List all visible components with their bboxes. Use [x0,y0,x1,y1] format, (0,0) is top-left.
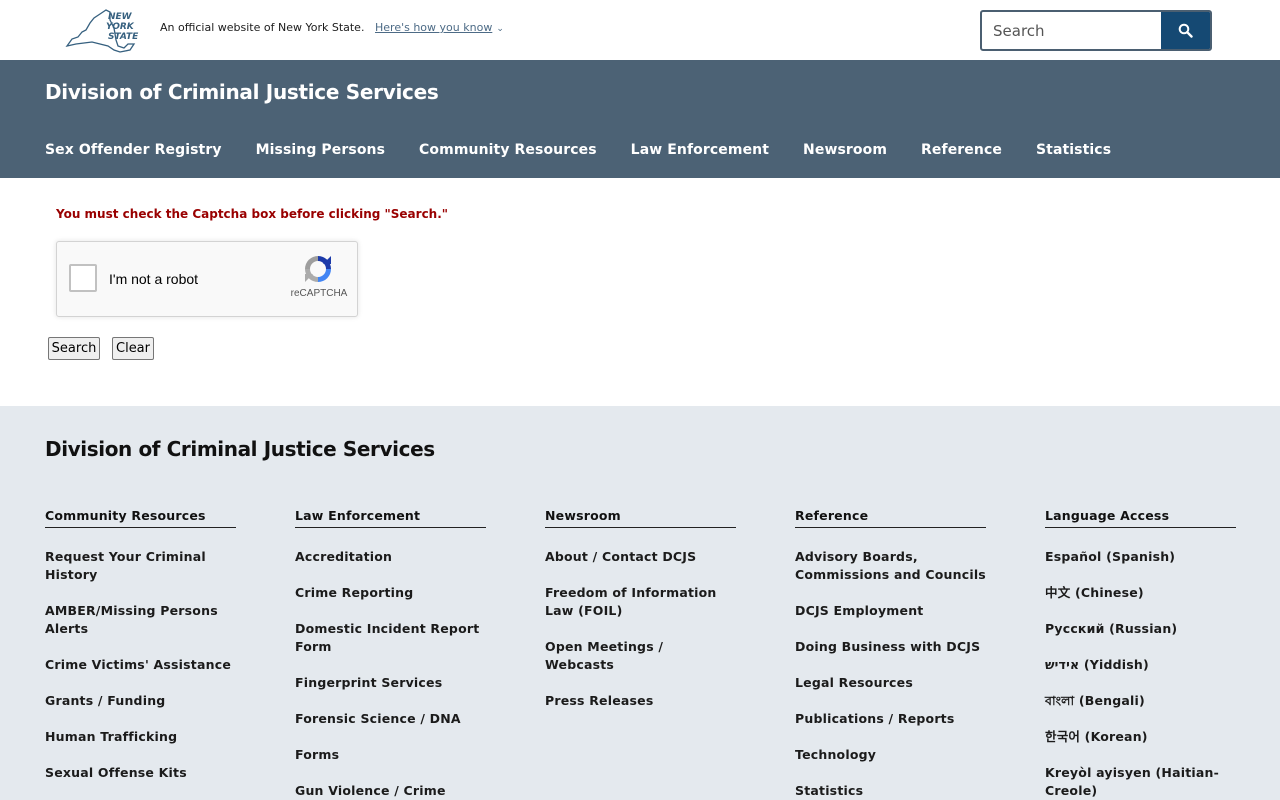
svg-text:STATE: STATE [108,32,139,42]
footer-link[interactable]: DCJS Employment [795,602,986,620]
footer-link[interactable]: Press Releases [545,692,736,710]
logo-text-line1: NEW [108,12,133,22]
language-link-yiddish[interactable]: אידיש (Yiddish) [1045,656,1236,674]
nav-statistics[interactable]: Statistics [1036,142,1111,162]
footer-title: Division of Criminal Justice Services [45,437,435,461]
search-submit-button[interactable] [1161,12,1210,49]
footer-column-heading[interactable]: Law Enforcement [295,508,486,528]
footer-link[interactable]: Freedom of Information Law (FOIL) [545,584,736,620]
footer-link[interactable]: Doing Business with DCJS [795,638,986,656]
main-nav: Sex Offender Registry Missing Persons Co… [45,142,1145,162]
footer-link[interactable]: Gun Violence / Crime [295,782,486,800]
footer-link[interactable]: Open Meetings / Webcasts [545,638,736,674]
footer-link[interactable]: Sexual Offense Kits [45,764,236,782]
nav-law-enforcement[interactable]: Law Enforcement [631,142,769,162]
official-website-text: An official website of New York State. [160,21,365,34]
footer-link[interactable]: Technology [795,746,986,764]
svg-text:YORK: YORK [106,22,135,32]
language-link-haitian-creole[interactable]: Kreyòl ayisyen (Haitian-Creole) [1045,764,1236,800]
footer-link[interactable]: Accreditation [295,548,486,566]
language-link-bengali[interactable]: বাংলা (Bengali) [1045,692,1236,710]
nys-logo[interactable]: NEW YORK STATE [64,6,144,54]
nav-reference[interactable]: Reference [921,142,1002,162]
footer-column-heading[interactable]: Language Access [1045,508,1236,528]
footer-column-law-enforcement: Law Enforcement Accreditation Crime Repo… [295,508,486,800]
footer-link[interactable]: About / Contact DCJS [545,548,736,566]
footer-link[interactable]: Legal Resources [795,674,986,692]
footer-link[interactable]: Publications / Reports [795,710,986,728]
search-icon [1178,23,1193,38]
footer-link[interactable]: AMBER/Missing Persons Alerts [45,602,236,638]
nav-community-resources[interactable]: Community Resources [419,142,597,162]
footer-link[interactable]: Grants / Funding [45,692,236,710]
captcha-error-message: You must check the Captcha box before cl… [56,207,449,221]
footer-link[interactable]: Human Trafficking [45,728,236,746]
recaptcha-widget: I'm not a robot reCAPTCHA [56,241,358,317]
clear-button[interactable]: Clear [112,337,154,360]
chevron-down-icon: ⌄ [496,24,504,34]
footer-link[interactable]: Request Your Criminal History [45,548,236,584]
footer-column-newsroom: Newsroom About / Contact DCJS Freedom of… [545,508,736,728]
footer-column-language-access: Language Access Español (Spanish) 中文 (Ch… [1045,508,1236,800]
footer-link[interactable]: Fingerprint Services [295,674,486,692]
footer-link[interactable]: Forms [295,746,486,764]
footer-column-heading[interactable]: Newsroom [545,508,736,528]
language-link-chinese[interactable]: 中文 (Chinese) [1045,584,1236,602]
footer-column-community-resources: Community Resources Request Your Crimina… [45,508,236,800]
footer-link[interactable]: Crime Reporting [295,584,486,602]
footer-column-heading[interactable]: Reference [795,508,986,528]
language-link-korean[interactable]: 한국어 (Korean) [1045,728,1236,746]
recaptcha-logo-icon [305,256,331,282]
how-you-know-label: Here's how you know [375,21,493,34]
search-input[interactable] [982,12,1162,49]
footer-link[interactable]: Statistics [795,782,986,800]
site-search [980,10,1212,51]
footer-link[interactable]: Advisory Boards, Commissions and Council… [795,548,986,584]
nav-newsroom[interactable]: Newsroom [803,142,887,162]
search-button[interactable]: Search [48,337,100,360]
recaptcha-label: I'm not a robot [109,271,199,287]
footer-column-reference: Reference Advisory Boards, Commissions a… [795,508,986,800]
recaptcha-checkbox[interactable] [69,264,97,292]
universal-header: NEW YORK STATE An official website of Ne… [0,0,1280,60]
how-you-know-link[interactable]: Here's how you know ⌄ [375,21,504,34]
footer-link[interactable]: Domestic Incident Report Form [295,620,486,656]
agency-title[interactable]: Division of Criminal Justice Services [45,80,439,104]
footer-link[interactable]: Forensic Science / DNA [295,710,486,728]
footer-link[interactable]: Crime Victims' Assistance [45,656,236,674]
nav-sex-offender-registry[interactable]: Sex Offender Registry [45,142,222,162]
nav-missing-persons[interactable]: Missing Persons [256,142,385,162]
language-link-spanish[interactable]: Español (Spanish) [1045,548,1236,566]
recaptcha-brand: reCAPTCHA [290,288,348,299]
nys-outline-icon: NEW YORK STATE [65,9,139,53]
language-link-russian[interactable]: Русский (Russian) [1045,620,1236,638]
footer-column-heading[interactable]: Community Resources [45,508,236,528]
